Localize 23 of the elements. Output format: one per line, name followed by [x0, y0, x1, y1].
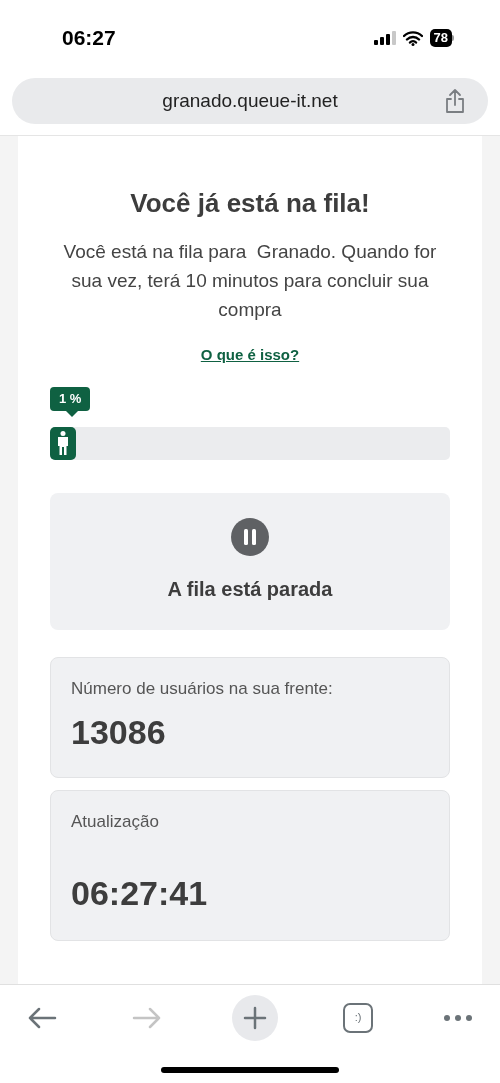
info-value: 06:27:41: [71, 876, 209, 910]
share-icon[interactable]: [444, 88, 466, 114]
wifi-icon: [402, 30, 423, 46]
forward-icon: [132, 1005, 162, 1030]
more-icon: [443, 1013, 473, 1022]
pause-icon: [231, 518, 269, 556]
progress-tooltip: 1 %: [50, 386, 91, 417]
person-icon: [57, 431, 69, 455]
clock-time: 06:27: [62, 25, 116, 52]
signal-icon: [373, 31, 396, 45]
info-value: 13086: [71, 715, 167, 749]
battery-level: 78: [429, 29, 452, 47]
intro-text: Você está na fila para Granado. Quando for sua vez, terá 10 minutos para concluir sua compra: [62, 240, 438, 322]
back-icon: [27, 1005, 57, 1030]
queue-status-text: A fila está parada: [167, 577, 333, 602]
page-title: Você já está na fila!: [129, 187, 371, 220]
plus-icon: [243, 1005, 267, 1030]
address-bar[interactable]: granado.queue-it.net: [12, 78, 488, 124]
tabs-button[interactable]: :): [343, 1002, 373, 1033]
info-label: Atualização: [71, 810, 160, 833]
info-label: Número de usuários na sua frente:: [71, 677, 334, 700]
new-tab-button[interactable]: [232, 994, 278, 1041]
help-link[interactable]: O que é isso?: [200, 344, 300, 367]
